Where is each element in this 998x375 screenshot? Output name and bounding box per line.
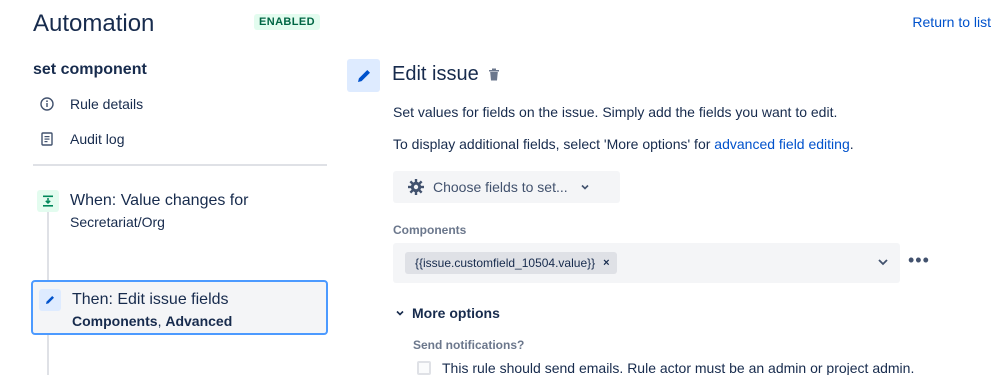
more-options-label: More options [412,305,500,321]
advanced-field-editing-link[interactable]: advanced field editing [714,136,849,152]
return-to-list-link[interactable]: Return to list [912,14,991,30]
status-badge: ENABLED [254,14,320,30]
additional-fields-suffix: . [849,136,854,152]
send-notifications-label: Send notifications? [413,338,525,352]
components-label: Components [393,223,467,237]
action-details: Components, Advanced [72,311,232,331]
pencil-icon [39,289,61,311]
send-emails-checkbox[interactable] [417,361,431,375]
action-detail-components: Components [72,313,158,329]
components-select[interactable]: {{issue.customfield_10504.value}} × [393,243,900,283]
sidebar-item-rule-details[interactable]: Rule details [40,96,143,112]
action-component-selected[interactable]: Then: Edit issue fields Components, Adva… [31,280,328,335]
more-options-toggle[interactable]: More options [395,305,500,321]
sidebar-item-label: Audit log [70,131,125,147]
more-actions-icon[interactable]: ••• [908,250,930,271]
page-title: Automation [33,10,155,37]
document-icon [40,132,54,146]
trigger-icon [37,190,59,212]
chevron-down-icon [395,308,405,318]
trigger-component[interactable]: When: Value changes for Secretariat/Org [37,190,248,232]
trigger-title: When: Value changes for [70,192,249,209]
sidebar-divider [33,164,327,166]
choose-fields-label: Choose fields to set... [433,179,568,195]
additional-fields-text: To display additional fields, select 'Mo… [393,136,854,152]
send-emails-text: This rule should send emails. Rule actor… [442,360,915,375]
component-tag: {{issue.customfield_10504.value}} × [405,252,617,274]
chevron-down-icon [580,182,590,192]
action-title: Then: Edit issue fields [72,291,229,308]
gear-icon [407,178,425,196]
edit-issue-icon [347,59,380,92]
chevron-down-icon[interactable] [876,255,890,269]
rule-name: set component [33,61,147,78]
trash-icon[interactable] [488,68,500,86]
trigger-field: Secretariat/Org [70,214,165,230]
additional-fields-prefix: To display additional fields, select 'Mo… [393,136,715,152]
panel-description: Set values for fields on the issue. Simp… [393,104,838,120]
choose-fields-button[interactable]: Choose fields to set... [393,171,620,203]
sidebar-item-label: Rule details [70,96,144,112]
action-detail-advanced: Advanced [165,313,233,329]
component-tag-value: {{issue.customfield_10504.value}} [415,256,596,270]
send-emails-row[interactable]: This rule should send emails. Rule actor… [417,360,914,375]
sidebar-item-audit-log[interactable]: Audit log [40,131,124,147]
panel-title: Edit issue [392,63,479,85]
remove-tag-icon[interactable]: × [603,257,609,269]
info-icon [40,97,54,111]
